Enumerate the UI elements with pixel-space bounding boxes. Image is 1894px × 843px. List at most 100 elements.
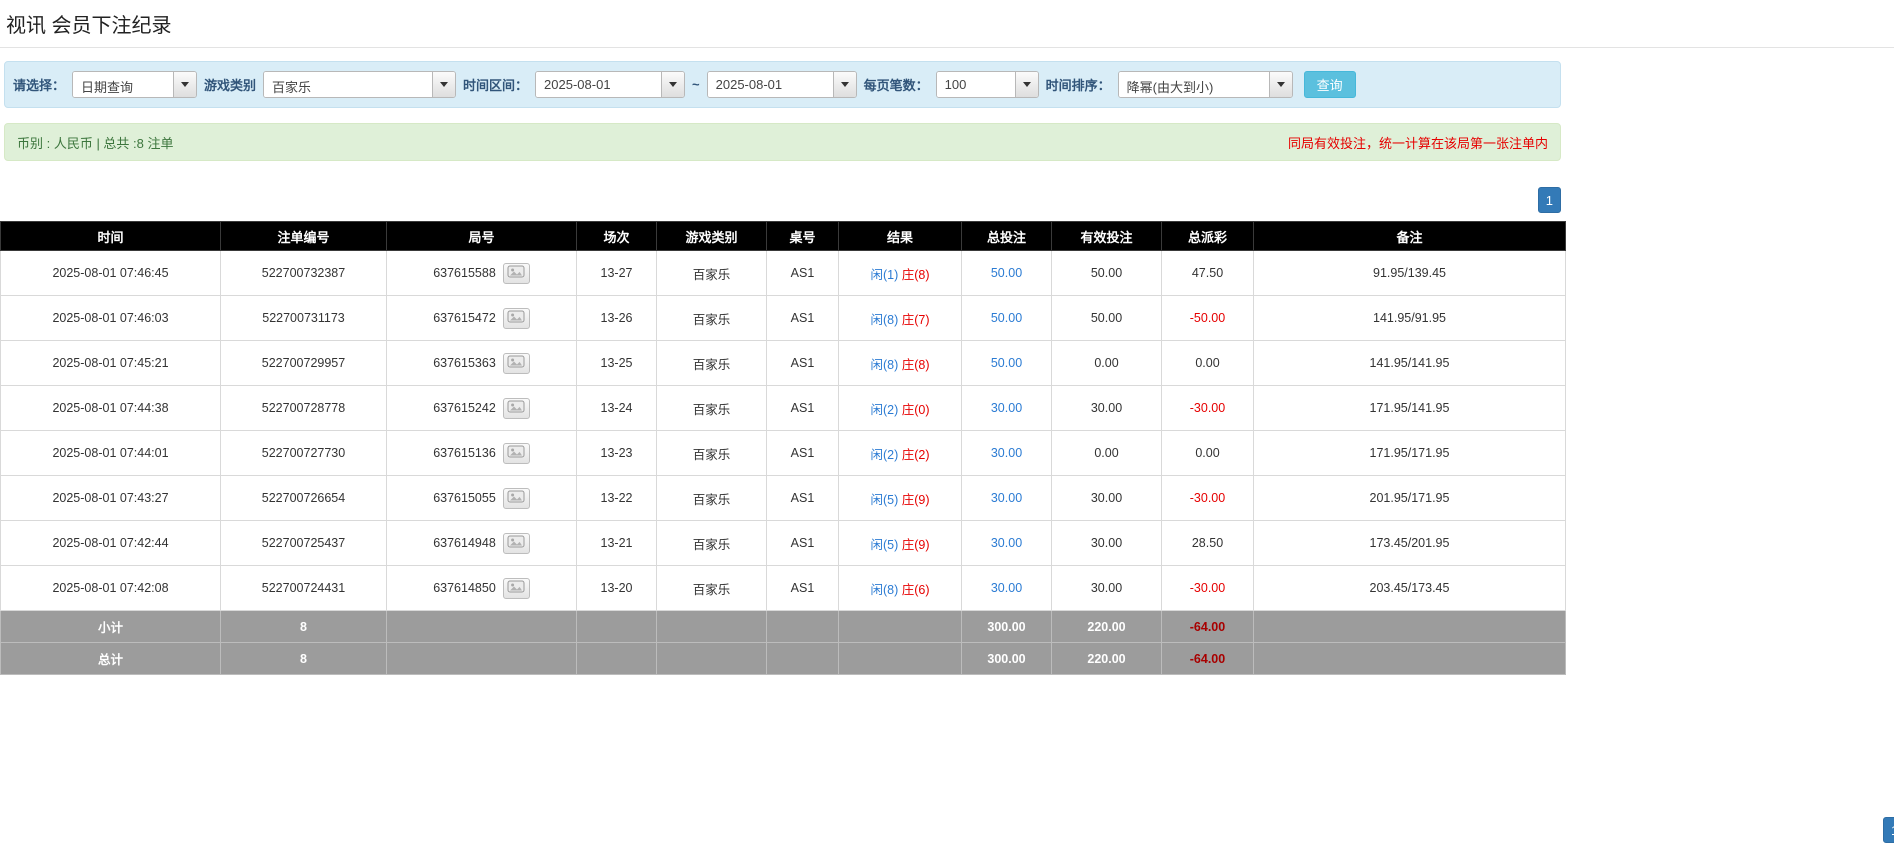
cell-payout: -30.00 (1162, 476, 1254, 521)
column-header: 局号 (387, 222, 577, 251)
result-player: 闲(8) (870, 358, 898, 372)
date-from-value[interactable]: 2025-08-01 (536, 72, 661, 97)
date-to-caret-button[interactable] (833, 72, 856, 97)
page-size-select[interactable]: 100 (936, 71, 1039, 98)
cell-valid-bet: 0.00 (1052, 431, 1162, 476)
table-row: 2025-08-01 07:45:21522700729957637615363… (1, 341, 1566, 386)
round-number-text: 637615363 (433, 355, 496, 369)
chevron-down-icon (1023, 82, 1031, 87)
cell-bet-number: 522700727730 (221, 431, 387, 476)
round-record-button[interactable] (503, 578, 530, 599)
cell-result: 闲(8) 庄(8) (839, 341, 962, 386)
column-header: 游戏类别 (657, 222, 767, 251)
footer-empty (577, 643, 657, 675)
round-record-button[interactable] (503, 443, 530, 464)
cell-time: 2025-08-01 07:43:27 (1, 476, 221, 521)
total-bet-link[interactable]: 50.00 (991, 356, 1022, 370)
cell-remark: 173.45/201.95 (1254, 521, 1566, 566)
date-from-caret-button[interactable] (661, 72, 684, 97)
cell-session: 13-21 (577, 521, 657, 566)
round-record-button[interactable] (503, 488, 530, 509)
table-row: 2025-08-01 07:46:45522700732387637615588… (1, 251, 1566, 296)
cell-table-number: AS1 (767, 296, 839, 341)
pagination-bottom-button[interactable]: 1 (1883, 817, 1894, 843)
search-button[interactable]: 查询 (1304, 71, 1356, 98)
cell-game-category: 百家乐 (657, 521, 767, 566)
page-button-1[interactable]: 1 (1538, 187, 1561, 213)
cell-table-number: AS1 (767, 341, 839, 386)
table-row: 2025-08-01 07:44:01522700727730637615136… (1, 431, 1566, 476)
cell-valid-bet: 30.00 (1052, 521, 1162, 566)
total-bet-link[interactable]: 50.00 (991, 311, 1022, 325)
table-row: 2025-08-01 07:43:27522700726654 637615055… (1, 476, 1566, 521)
round-record-button[interactable] (503, 308, 530, 329)
cell-bet-number: 522700728778 (221, 386, 387, 431)
total-bet-link[interactable]: 30.00 (991, 401, 1022, 415)
currency-summary-text: 币别 : 人民币 | 总共 :8 注单 (17, 133, 174, 152)
table-row: 2025-08-01 07:42:44522700725437637614948… (1, 521, 1566, 566)
date-to-select[interactable]: 2025-08-01 (707, 71, 857, 98)
time-sort-select[interactable]: 降幂(由大到小) (1118, 71, 1293, 98)
time-sort-value[interactable]: 降幂(由大到小) (1119, 72, 1269, 97)
cell-payout: -30.00 (1162, 566, 1254, 611)
result-player: 闲(2) (870, 403, 898, 417)
footer-count: 8 (221, 643, 387, 675)
total-bet-link[interactable]: 30.00 (991, 536, 1022, 550)
filter-bar: 请选择： 日期查询 游戏类别 百家乐 时间区间： 2025-08-01 ~ 20… (4, 61, 1561, 108)
chevron-down-icon (1277, 82, 1285, 87)
page-size-value[interactable]: 100 (937, 72, 1015, 97)
round-number-text: 637615055 (433, 490, 496, 504)
footer-empty (839, 611, 962, 643)
cell-result: 闲(5) 庄(9) (839, 476, 962, 521)
round-record-button[interactable] (503, 263, 530, 284)
title-bar: 视讯 会员下注纪录 (0, 0, 1894, 48)
cell-bet-number: 522700726654 (221, 476, 387, 521)
round-record-button[interactable] (503, 353, 530, 374)
cell-total-bet: 30.00 (962, 431, 1052, 476)
column-header: 场次 (577, 222, 657, 251)
round-number-text: 637615242 (433, 400, 496, 414)
game-category-select[interactable]: 百家乐 (263, 71, 456, 98)
round-record-button[interactable] (503, 398, 530, 419)
cell-round-number: 637615588 (387, 251, 577, 296)
cell-result: 闲(8) 庄(6) (839, 566, 962, 611)
result-banker: 庄(9) (902, 538, 930, 552)
cell-result: 闲(5) 庄(9) (839, 521, 962, 566)
cell-payout: -30.00 (1162, 386, 1254, 431)
round-record-icon (507, 310, 525, 326)
total-bet-link[interactable]: 50.00 (991, 266, 1022, 280)
cell-payout: 47.50 (1162, 251, 1254, 296)
cell-total-bet: 30.00 (962, 521, 1052, 566)
round-record-icon (507, 535, 525, 551)
round-record-button[interactable] (503, 533, 530, 554)
date-from-select[interactable]: 2025-08-01 (535, 71, 685, 98)
total-bet-link[interactable]: 30.00 (991, 446, 1022, 460)
footer-count: 8 (221, 611, 387, 643)
table-row: 2025-08-01 07:42:08522700724431637614850… (1, 566, 1566, 611)
game-category-value[interactable]: 百家乐 (264, 72, 432, 97)
cell-payout: 0.00 (1162, 431, 1254, 476)
cell-remark: 141.95/91.95 (1254, 296, 1566, 341)
result-banker: 庄(2) (902, 448, 930, 462)
time-sort-caret-button[interactable] (1269, 72, 1292, 97)
page-title: 视讯 会员下注纪录 (6, 9, 1888, 38)
result-banker: 庄(6) (902, 583, 930, 597)
cell-session: 13-22 (577, 476, 657, 521)
query-type-select[interactable]: 日期查询 (72, 71, 197, 98)
total-bet-link[interactable]: 30.00 (991, 491, 1022, 505)
query-type-value[interactable]: 日期查询 (73, 72, 173, 97)
cell-session: 13-20 (577, 566, 657, 611)
cell-remark: 91.95/139.45 (1254, 251, 1566, 296)
page-size-caret-button[interactable] (1015, 72, 1038, 97)
query-type-caret-button[interactable] (173, 72, 196, 97)
cell-game-category: 百家乐 (657, 251, 767, 296)
game-category-caret-button[interactable] (432, 72, 455, 97)
date-to-value[interactable]: 2025-08-01 (708, 72, 833, 97)
footer-empty (839, 643, 962, 675)
column-header: 注单编号 (221, 222, 387, 251)
page-size-label: 每页笔数： (864, 75, 929, 94)
cell-game-category: 百家乐 (657, 341, 767, 386)
cell-game-category: 百家乐 (657, 431, 767, 476)
total-bet-link[interactable]: 30.00 (991, 581, 1022, 595)
cell-game-category: 百家乐 (657, 296, 767, 341)
